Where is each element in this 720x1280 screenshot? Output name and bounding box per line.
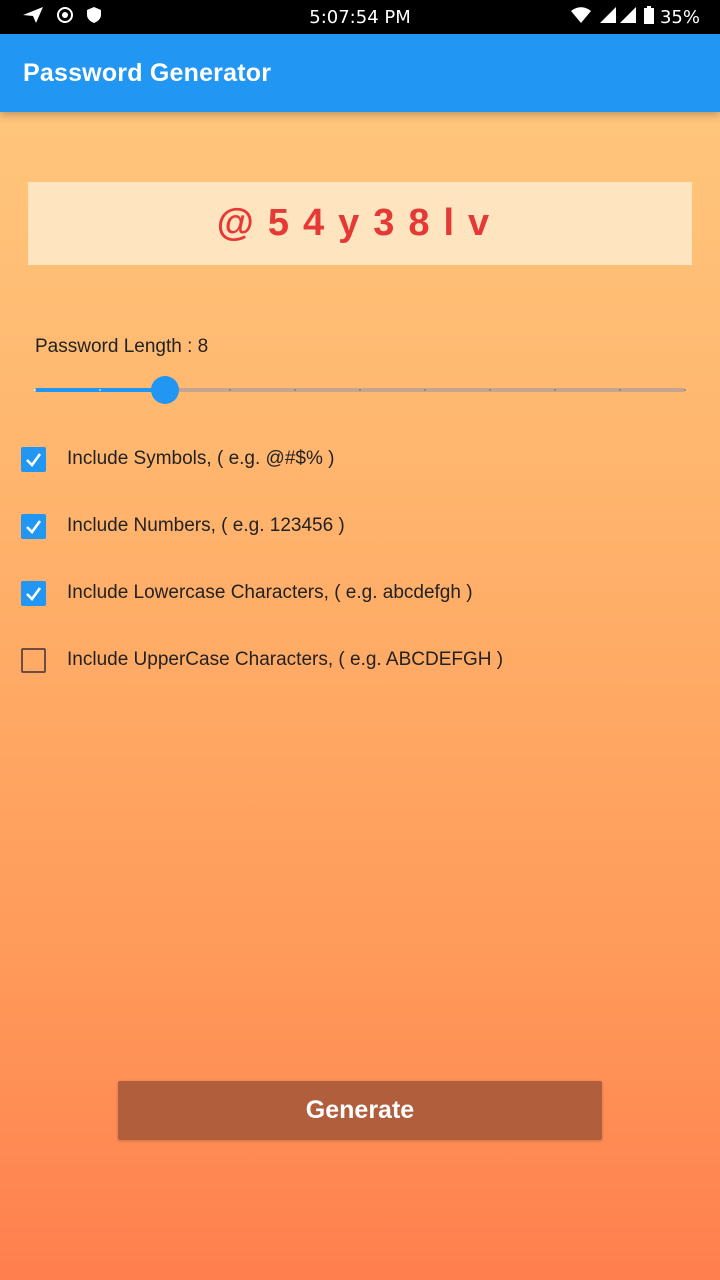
option-row[interactable]: Include Symbols, ( e.g. @#$% )	[21, 446, 334, 472]
generate-button[interactable]: Generate	[118, 1081, 602, 1140]
slider-tick	[229, 389, 231, 391]
wifi-icon	[570, 6, 592, 29]
password-display: @54y38lv	[28, 182, 692, 265]
status-bar: 5:07:54 PM 35%	[0, 0, 720, 34]
battery-icon	[643, 6, 654, 29]
option-label: Include Lowercase Characters, ( e.g. abc…	[67, 582, 473, 603]
password-text: @54y38lv	[216, 202, 504, 244]
option-row[interactable]: Include Numbers, ( e.g. 123456 )	[21, 513, 345, 539]
option-row[interactable]: Include Lowercase Characters, ( e.g. abc…	[21, 580, 473, 606]
option-label: Include Numbers, ( e.g. 123456 )	[67, 515, 345, 536]
slider-tick	[619, 389, 621, 391]
slider-thumb[interactable]	[151, 376, 179, 404]
password-length-slider[interactable]	[34, 376, 686, 404]
slider-tick	[359, 389, 361, 391]
password-length-label: Password Length : 8	[35, 336, 209, 357]
battery-percent: 35%	[659, 7, 700, 28]
option-checkbox[interactable]	[21, 446, 46, 472]
check-icon	[26, 519, 42, 534]
slider-tick	[99, 389, 101, 391]
option-row[interactable]: Include UpperCase Characters, ( e.g. ABC…	[21, 647, 503, 673]
slider-tick	[554, 389, 556, 391]
slider-tick	[489, 389, 491, 391]
app-bar: Password Generator	[0, 34, 720, 112]
signal-icon	[598, 6, 638, 29]
app-title: Password Generator	[23, 59, 272, 87]
check-icon	[26, 586, 42, 601]
slider-tick	[34, 389, 36, 391]
option-checkbox[interactable]	[21, 580, 46, 606]
option-checkbox[interactable]	[21, 513, 46, 539]
option-label: Include UpperCase Characters, ( e.g. ABC…	[67, 649, 504, 670]
option-label: Include Symbols, ( e.g. @#$% )	[67, 448, 335, 469]
slider-tick	[424, 389, 426, 391]
slider-tick	[294, 389, 296, 391]
check-icon	[26, 452, 42, 467]
slider-tick	[684, 389, 686, 391]
option-checkbox[interactable]	[21, 647, 46, 673]
